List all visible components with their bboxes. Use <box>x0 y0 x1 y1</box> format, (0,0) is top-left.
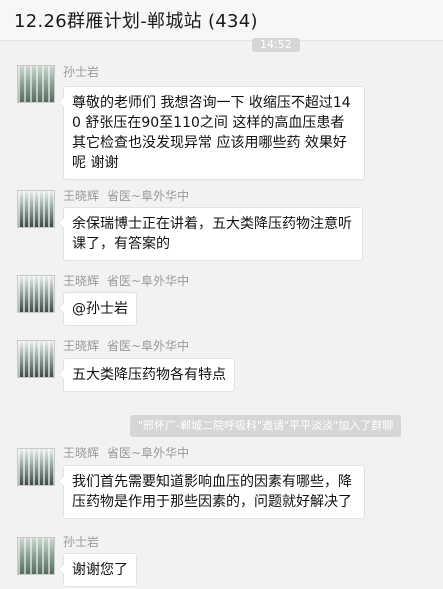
message-bubble[interactable]: 尊敬的老师们 我想咨询一下 收缩压不超过140 舒张压在90至110之间 这样的… <box>58 86 365 180</box>
message-bubble[interactable]: 余保瑞博士正在讲着，五大类降压药物注意听课了，有答案的 <box>58 207 363 261</box>
sender-name: 孙士岩 <box>63 533 107 550</box>
system-notice: "邢怀广-郸城二院呼吸科"邀请"平平淡淡"加入了群聊 <box>130 415 402 437</box>
message-bubble[interactable]: 我们首先需要知道影响血压的因素有哪些，降压药物是作用于那些因素的，问题就好解决了 <box>58 465 365 519</box>
sender-role: 省医~阜外华中 <box>107 339 190 353</box>
avatar[interactable] <box>17 537 55 575</box>
sender-name: 王晓辉 省医~阜外华中 <box>63 187 189 204</box>
avatar[interactable] <box>17 190 55 228</box>
sender-role: 省医~阜外华中 <box>107 446 190 460</box>
sender-name: 王晓辉 省医~阜外华中 <box>63 444 189 461</box>
avatar[interactable] <box>17 340 55 378</box>
sender-name-text: 王晓辉 <box>63 189 100 203</box>
sender-name: 王晓辉 省医~阜外华中 <box>63 272 189 289</box>
sender-name-text: 王晓辉 <box>63 339 100 353</box>
sender-name-text: 孙士岩 <box>63 535 100 549</box>
chat-header: 12.26群雁计划-郸城站 (434) <box>0 0 443 41</box>
chat-title: 12.26群雁计划-郸城站 (434) <box>14 11 258 32</box>
sender-name-text: 王晓辉 <box>63 446 100 460</box>
message-bubble[interactable]: @孙士岩 <box>58 292 137 326</box>
avatar[interactable] <box>17 448 55 486</box>
sender-role: 省医~阜外华中 <box>107 189 190 203</box>
message-bubble[interactable]: 五大类降压药物各有特点 <box>58 358 235 392</box>
sender-name: 王晓辉 省医~阜外华中 <box>63 337 189 354</box>
sender-name-text: 王晓辉 <box>63 274 100 288</box>
message-timestamp: 14:52 <box>252 38 300 52</box>
avatar[interactable] <box>17 275 55 313</box>
avatar[interactable] <box>17 65 55 103</box>
sender-name: 孙士岩 <box>63 63 107 80</box>
sender-name-text: 孙士岩 <box>63 65 100 79</box>
message-bubble[interactable]: 谢谢您了 <box>58 553 137 587</box>
sender-role: 省医~阜外华中 <box>107 274 190 288</box>
